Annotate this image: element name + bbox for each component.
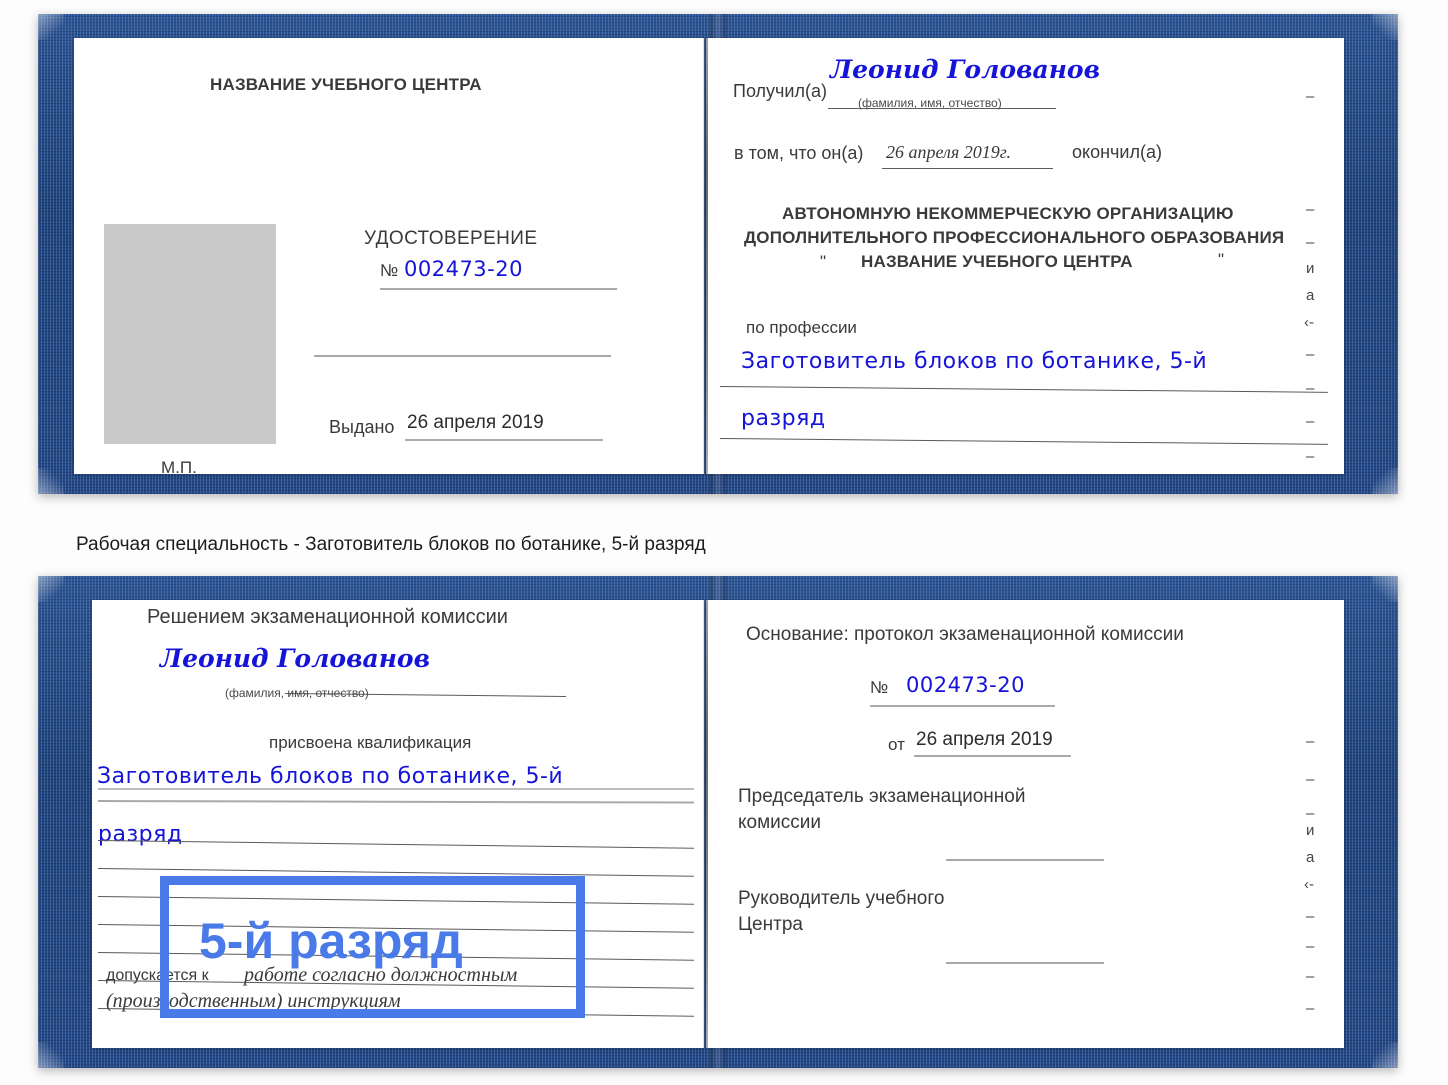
margin-mark-b6: – <box>1306 908 1315 925</box>
caption-text: Рабочая специальность - Заготовитель бло… <box>76 534 706 555</box>
document-type-label: УДОСТОВЕРЕНИЕ <box>364 228 538 249</box>
received-hint: (фамилия, имя, отчество) <box>858 96 1002 110</box>
profession-label: по профессии <box>746 318 857 337</box>
certificate-bottom-right-page: Основание: протокол экзаменационной коми… <box>706 600 1344 1048</box>
margin-mark-3: и <box>1306 260 1315 277</box>
photo-placeholder <box>104 224 276 444</box>
margin-mark-b7: – <box>1306 938 1315 955</box>
completion-date-rule <box>882 168 1053 169</box>
cover-corner-fold-top-right <box>1372 14 1398 40</box>
ruled-line-2 <box>97 840 694 849</box>
margin-mark-b8: – <box>1306 968 1315 985</box>
book-spine-line-bottom <box>706 600 708 1048</box>
cover-corner-fold-2-top-right <box>1372 576 1398 602</box>
cover-corner-fold-bottom-right <box>1372 468 1398 494</box>
margin-mark-b1: – <box>1306 771 1315 788</box>
certificate-top-right-page: Получил(а) Леонид Голованов (фамилия, им… <box>706 38 1344 474</box>
margin-mark-1: – <box>1306 201 1315 218</box>
margin-mark-b2: – <box>1306 805 1315 822</box>
head-label-line-2: Центра <box>738 914 803 935</box>
margin-mark-4: а <box>1306 287 1315 304</box>
issued-rule <box>405 439 603 441</box>
cover-corner-fold-2-bottom-left <box>38 1042 64 1068</box>
margin-mark-b0: – <box>1306 733 1315 750</box>
margin-mark-6: – <box>1306 346 1315 363</box>
issued-label: Выдано <box>329 417 395 437</box>
margin-mark-b5: ‹- <box>1304 876 1314 893</box>
chairman-label-line-2: комиссии <box>738 812 821 833</box>
profession-value-line-2: разряд <box>741 406 826 431</box>
protocol-from-rule <box>914 755 1071 757</box>
cover-corner-fold-2-bottom-right <box>1372 1042 1398 1068</box>
margin-mark-8: – <box>1306 413 1315 430</box>
head-label-line-1: Руководитель учебного <box>738 888 945 909</box>
margin-mark-b3: и <box>1306 822 1315 839</box>
person-name-hint: (фамилия, имя, отчество) <box>225 686 369 700</box>
head-signature-rule <box>946 962 1104 964</box>
margin-mark-b4: а <box>1306 849 1315 866</box>
certificate-number-rule <box>380 288 617 290</box>
cover-corner-fold-top-left <box>38 14 64 40</box>
qualification-label: присвоена квалификация <box>269 733 472 752</box>
margin-mark-2: – <box>1306 234 1315 251</box>
chairman-label-line-1: Председатель экзаменационной <box>738 786 1026 807</box>
organization-quote-open: " <box>820 252 827 271</box>
qualification-value-line-1: Заготовитель блоков по ботанике, 5-й <box>97 764 564 789</box>
certificate-number-label: № <box>380 261 399 280</box>
organization-line-1: АВТОНОМНУЮ НЕКОММЕРЧЕСКУЮ ОРГАНИЗАЦИЮ <box>782 204 1234 223</box>
organization-name: НАЗВАНИЕ УЧЕБНОГО ЦЕНТРА <box>861 252 1133 271</box>
book-spine-line-top <box>706 38 708 474</box>
seal-label: М.П. <box>161 458 197 477</box>
issued-value: 26 апреля 2019 <box>407 412 544 433</box>
certificate-number-value: 002473-20 <box>404 257 523 281</box>
ruled-line-1 <box>98 788 694 790</box>
profession-rule-2 <box>719 438 1328 445</box>
protocol-number-rule <box>870 705 1055 707</box>
qualification-rule-1 <box>97 800 695 804</box>
basis-label: Основание: протокол экзаменационной коми… <box>746 624 1184 645</box>
profession-value-line-1: Заготовитель блоков по ботанике, 5-й <box>741 349 1208 374</box>
qualification-value-line-2: разряд <box>98 822 183 847</box>
cover-corner-fold-bottom-left <box>38 468 64 494</box>
cover-corner-fold-2-top-left <box>38 576 64 602</box>
chairman-signature-rule <box>946 859 1104 861</box>
screenshot-root: НАЗВАНИЕ УЧЕБНОГО ЦЕНТРА УДОСТОВЕРЕНИЕ №… <box>0 0 1448 1085</box>
finished-label: окончил(а) <box>1072 142 1162 162</box>
organization-line-2: ДОПОЛНИТЕЛЬНОГО ПРОФЕССИОНАЛЬНОГО ОБРАЗО… <box>744 228 1285 247</box>
protocol-from-label: от <box>888 735 905 754</box>
protocol-number-value: 002473-20 <box>906 673 1025 697</box>
margin-mark-7: – <box>1306 380 1315 397</box>
margin-mark-0: – <box>1306 88 1315 105</box>
profession-rule-1 <box>719 386 1328 393</box>
margin-mark-5: ‹- <box>1304 314 1314 331</box>
annotation-highlight-text: 5-й разряд <box>199 913 463 969</box>
margin-mark-b9: – <box>1306 1000 1315 1017</box>
received-label: Получил(а) <box>733 81 827 101</box>
training-center-title: НАЗВАНИЕ УЧЕБНОГО ЦЕНТРА <box>210 75 482 94</box>
certificate-top-left-page: НАЗВАНИЕ УЧЕБНОГО ЦЕНТРА УДОСТОВЕРЕНИЕ №… <box>74 38 704 477</box>
protocol-from-value: 26 апреля 2019 <box>916 729 1053 750</box>
margin-mark-9: – <box>1306 448 1315 465</box>
that-he-label: в том, что он(а) <box>734 143 864 163</box>
organization-quote-close: " <box>1218 250 1225 269</box>
completion-date-value: 26 апреля 2019г. <box>886 142 1012 162</box>
decision-title: Решением экзаменационной комиссии <box>147 606 508 628</box>
person-name-value: Леонид Голованов <box>160 644 431 673</box>
blank-rule-1 <box>314 355 611 357</box>
protocol-number-label: № <box>870 678 889 697</box>
received-value: Леонид Голованов <box>830 55 1101 84</box>
